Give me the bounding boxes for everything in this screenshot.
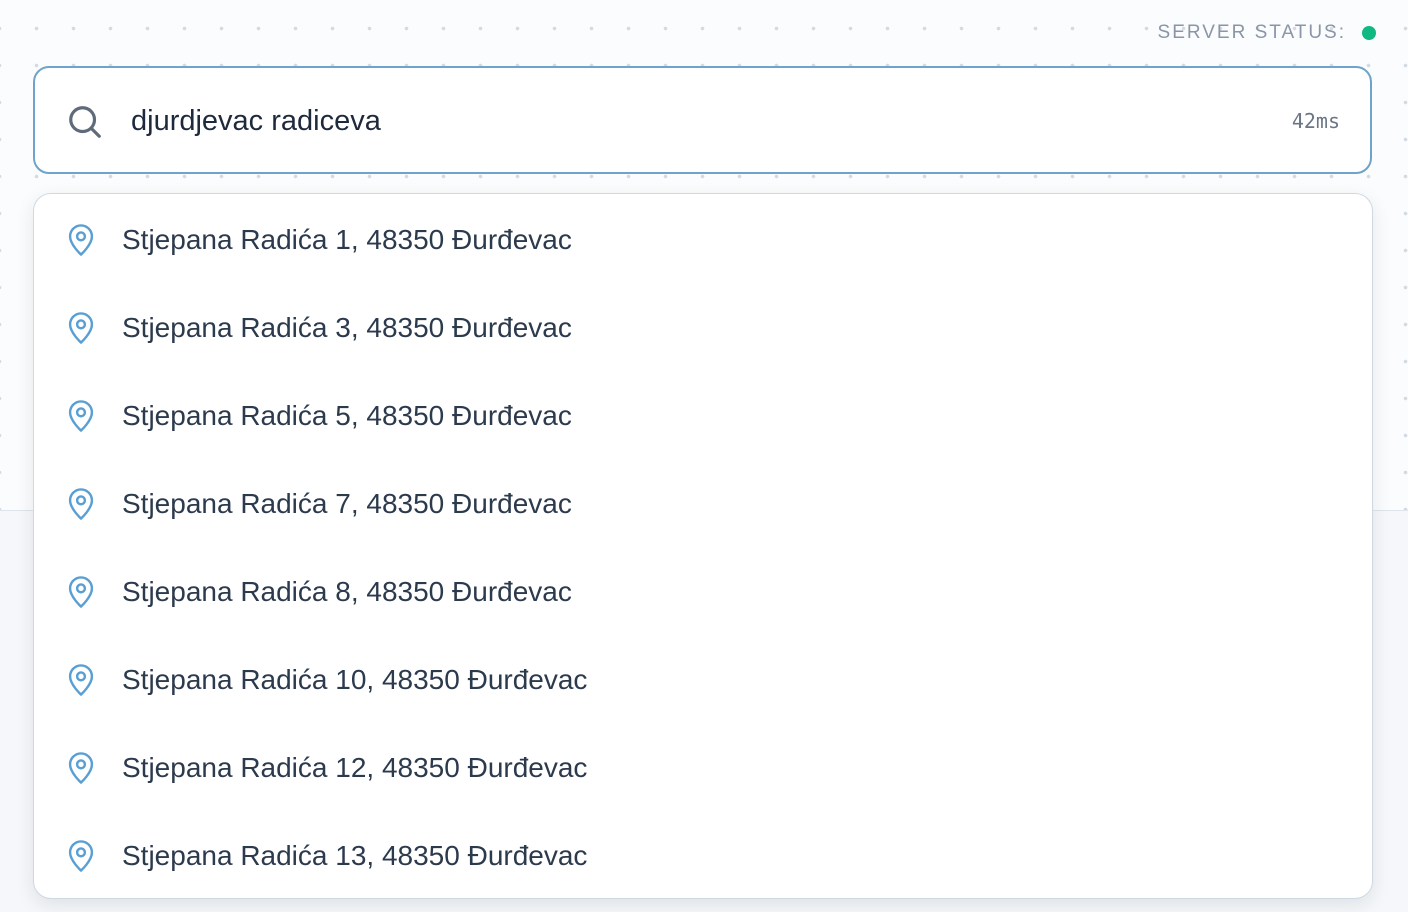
result-item[interactable]: Stjepana Radića 1, 48350 Đurđevac <box>34 196 1372 284</box>
server-status: SERVER STATUS: <box>1158 22 1376 44</box>
map-pin-icon <box>68 488 94 520</box>
result-item[interactable]: Stjepana Radića 13, 48350 Đurđevac <box>34 812 1372 898</box>
result-label: Stjepana Radića 12, 48350 Đurđevac <box>122 752 588 783</box>
server-status-indicator <box>1362 26 1376 40</box>
result-item[interactable]: Stjepana Radića 3, 48350 Đurđevac <box>34 284 1372 372</box>
result-item[interactable]: Stjepana Radića 12, 48350 Đurđevac <box>34 724 1372 812</box>
result-label: Stjepana Radića 8, 48350 Đurđevac <box>122 576 572 607</box>
result-item[interactable]: Stjepana Radića 10, 48350 Đurđevac <box>34 636 1372 724</box>
result-label: Stjepana Radića 1, 48350 Đurđevac <box>122 224 572 255</box>
map-pin-icon <box>68 752 94 784</box>
result-item[interactable]: Stjepana Radića 7, 48350 Đurđevac <box>34 460 1372 548</box>
map-pin-icon <box>68 664 94 696</box>
results-dropdown: Stjepana Radića 1, 48350 Đurđevac Stjepa… <box>33 193 1373 899</box>
search-input[interactable] <box>131 98 1231 144</box>
map-pin-icon <box>68 312 94 344</box>
result-label: Stjepana Radića 10, 48350 Đurđevac <box>122 664 588 695</box>
result-label: Stjepana Radića 7, 48350 Đurđevac <box>122 488 572 519</box>
result-label: Stjepana Radića 3, 48350 Đurđevac <box>122 312 572 343</box>
result-item[interactable]: Stjepana Radića 8, 48350 Đurđevac <box>34 548 1372 636</box>
map-pin-icon <box>68 576 94 608</box>
map-pin-icon <box>68 400 94 432</box>
search-box[interactable]: 42ms <box>33 66 1372 174</box>
map-pin-icon <box>68 224 94 256</box>
result-item[interactable]: Stjepana Radića 5, 48350 Đurđevac <box>34 372 1372 460</box>
map-pin-icon <box>68 840 94 872</box>
search-latency: 42ms <box>1291 109 1340 133</box>
result-label: Stjepana Radića 5, 48350 Đurđevac <box>122 400 572 431</box>
result-label: Stjepana Radića 13, 48350 Đurđevac <box>122 840 588 871</box>
search-icon <box>69 106 101 138</box>
server-status-label: SERVER STATUS: <box>1157 22 1346 43</box>
